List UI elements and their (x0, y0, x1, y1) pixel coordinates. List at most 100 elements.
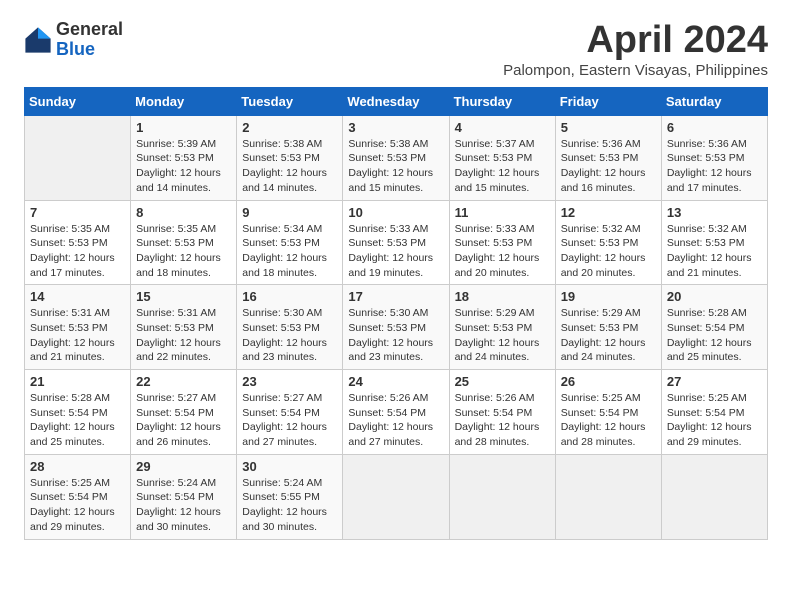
calendar-cell (25, 115, 131, 200)
day-number: 9 (242, 205, 337, 220)
day-number: 28 (30, 459, 125, 474)
calendar-cell: 10Sunrise: 5:33 AM Sunset: 5:53 PM Dayli… (343, 200, 449, 285)
page-header: General Blue April 2024 Palompon, Easter… (24, 20, 768, 79)
calendar-cell: 4 Sunrise: 5:37 AM Sunset: 5:53 PM Daylig… (449, 115, 555, 200)
day-info: Sunrise: 5:39 AM Sunset: 5:53 PM Dayligh… (136, 137, 231, 196)
day-info: Sunrise: 5:26 AM Sunset: 5:54 PM Dayligh… (455, 391, 550, 450)
calendar-cell (555, 454, 661, 539)
calendar-cell: 18 Sunrise: 5:29 AM Sunset: 5:53 PM Dayli… (449, 285, 555, 370)
day-number: 2 (242, 120, 337, 135)
calendar-cell: 13 Sunrise: 5:32 AM Sunset: 5:53 PM Dayli… (661, 200, 767, 285)
day-info: Sunrise: 5:35 AM Sunset: 5:53 PM Dayligh… (136, 222, 231, 281)
day-number: 10 (348, 205, 443, 220)
day-number: 19 (561, 289, 656, 304)
day-info: Sunrise: 5:27 AM Sunset: 5:54 PM Dayligh… (136, 391, 231, 450)
day-info: Sunrise: 5:31 AM Sunset: 5:53 PM Dayligh… (136, 306, 231, 365)
day-number: 30 (242, 459, 337, 474)
day-info: Sunrise: 5:29 AM Sunset: 5:53 PM Dayligh… (561, 306, 656, 365)
calendar-cell: 9 Sunrise: 5:34 AM Sunset: 5:53 PM Daylig… (237, 200, 343, 285)
calendar-cell: 15 Sunrise: 5:31 AM Sunset: 5:53 PM Dayli… (131, 285, 237, 370)
day-number: 1 (136, 120, 231, 135)
logo-text: General Blue (56, 20, 123, 60)
day-number: 16 (242, 289, 337, 304)
day-info: Sunrise: 5:36 AM Sunset: 5:53 PM Dayligh… (561, 137, 656, 196)
calendar-cell: 16Sunrise: 5:30 AM Sunset: 5:53 PM Dayli… (237, 285, 343, 370)
day-number: 14 (30, 289, 125, 304)
day-number: 3 (348, 120, 443, 135)
day-header-sunday: Sunday (25, 87, 131, 115)
calendar-cell: 30 Sunrise: 5:24 AM Sunset: 5:55 PM Dayli… (237, 454, 343, 539)
title-block: April 2024 Palompon, Eastern Visayas, Ph… (503, 20, 768, 79)
week-row-1: 1 Sunrise: 5:39 AM Sunset: 5:53 PM Daylig… (25, 115, 768, 200)
calendar-cell: 28 Sunrise: 5:25 AM Sunset: 5:54 PM Dayli… (25, 454, 131, 539)
logo-icon (24, 26, 52, 54)
day-number: 29 (136, 459, 231, 474)
day-number: 26 (561, 374, 656, 389)
calendar-cell: 27Sunrise: 5:25 AM Sunset: 5:54 PM Dayli… (661, 370, 767, 455)
week-row-3: 14 Sunrise: 5:31 AM Sunset: 5:53 PM Dayli… (25, 285, 768, 370)
day-number: 18 (455, 289, 550, 304)
calendar-cell: 1 Sunrise: 5:39 AM Sunset: 5:53 PM Daylig… (131, 115, 237, 200)
day-info: Sunrise: 5:29 AM Sunset: 5:53 PM Dayligh… (455, 306, 550, 365)
day-number: 25 (455, 374, 550, 389)
calendar-cell: 5 Sunrise: 5:36 AM Sunset: 5:53 PM Daylig… (555, 115, 661, 200)
day-header-thursday: Thursday (449, 87, 555, 115)
logo: General Blue (24, 20, 123, 60)
day-number: 7 (30, 205, 125, 220)
day-info: Sunrise: 5:35 AM Sunset: 5:53 PM Dayligh… (30, 222, 125, 281)
month-title: April 2024 (503, 20, 768, 62)
day-number: 5 (561, 120, 656, 135)
calendar-cell (449, 454, 555, 539)
day-number: 22 (136, 374, 231, 389)
calendar-cell: 23Sunrise: 5:27 AM Sunset: 5:54 PM Dayli… (237, 370, 343, 455)
day-info: Sunrise: 5:34 AM Sunset: 5:53 PM Dayligh… (242, 222, 337, 281)
calendar-cell (661, 454, 767, 539)
day-info: Sunrise: 5:24 AM Sunset: 5:54 PM Dayligh… (136, 476, 231, 535)
day-header-saturday: Saturday (661, 87, 767, 115)
calendar-cell: 3 Sunrise: 5:38 AM Sunset: 5:53 PM Daylig… (343, 115, 449, 200)
calendar-cell: 8Sunrise: 5:35 AM Sunset: 5:53 PM Daylig… (131, 200, 237, 285)
day-header-tuesday: Tuesday (237, 87, 343, 115)
calendar-cell: 2Sunrise: 5:38 AM Sunset: 5:53 PM Daylig… (237, 115, 343, 200)
week-row-2: 7 Sunrise: 5:35 AM Sunset: 5:53 PM Daylig… (25, 200, 768, 285)
header-row: SundayMondayTuesdayWednesdayThursdayFrid… (25, 87, 768, 115)
day-info: Sunrise: 5:33 AM Sunset: 5:53 PM Dayligh… (455, 222, 550, 281)
day-info: Sunrise: 5:32 AM Sunset: 5:53 PM Dayligh… (667, 222, 762, 281)
day-info: Sunrise: 5:28 AM Sunset: 5:54 PM Dayligh… (667, 306, 762, 365)
day-info: Sunrise: 5:32 AM Sunset: 5:53 PM Dayligh… (561, 222, 656, 281)
calendar-cell: 21Sunrise: 5:28 AM Sunset: 5:54 PM Dayli… (25, 370, 131, 455)
day-number: 13 (667, 205, 762, 220)
calendar-cell: 24 Sunrise: 5:26 AM Sunset: 5:54 PM Dayli… (343, 370, 449, 455)
logo-general: General (56, 20, 123, 40)
calendar-cell: 19 Sunrise: 5:29 AM Sunset: 5:53 PM Dayli… (555, 285, 661, 370)
day-number: 24 (348, 374, 443, 389)
day-info: Sunrise: 5:26 AM Sunset: 5:54 PM Dayligh… (348, 391, 443, 450)
day-info: Sunrise: 5:27 AM Sunset: 5:54 PM Dayligh… (242, 391, 337, 450)
day-info: Sunrise: 5:37 AM Sunset: 5:53 PM Dayligh… (455, 137, 550, 196)
calendar-cell: 14Sunrise: 5:31 AM Sunset: 5:53 PM Dayli… (25, 285, 131, 370)
week-row-5: 28 Sunrise: 5:25 AM Sunset: 5:54 PM Dayli… (25, 454, 768, 539)
day-info: Sunrise: 5:24 AM Sunset: 5:55 PM Dayligh… (242, 476, 337, 535)
calendar-table: SundayMondayTuesdayWednesdayThursdayFrid… (24, 87, 768, 540)
calendar-cell: 29 Sunrise: 5:24 AM Sunset: 5:54 PM Dayli… (131, 454, 237, 539)
day-info: Sunrise: 5:25 AM Sunset: 5:54 PM Dayligh… (561, 391, 656, 450)
calendar-cell: 20 Sunrise: 5:28 AM Sunset: 5:54 PM Dayli… (661, 285, 767, 370)
day-number: 20 (667, 289, 762, 304)
day-number: 17 (348, 289, 443, 304)
day-number: 27 (667, 374, 762, 389)
calendar-cell: 11 Sunrise: 5:33 AM Sunset: 5:53 PM Dayli… (449, 200, 555, 285)
day-number: 4 (455, 120, 550, 135)
day-number: 6 (667, 120, 762, 135)
calendar-cell: 12Sunrise: 5:32 AM Sunset: 5:53 PM Dayli… (555, 200, 661, 285)
calendar-cell: 17Sunrise: 5:30 AM Sunset: 5:53 PM Dayli… (343, 285, 449, 370)
logo-blue: Blue (56, 40, 123, 60)
day-header-friday: Friday (555, 87, 661, 115)
day-number: 15 (136, 289, 231, 304)
calendar-cell: 25 Sunrise: 5:26 AM Sunset: 5:54 PM Dayli… (449, 370, 555, 455)
calendar-cell: 6Sunrise: 5:36 AM Sunset: 5:53 PM Daylig… (661, 115, 767, 200)
calendar-cell: 7 Sunrise: 5:35 AM Sunset: 5:53 PM Daylig… (25, 200, 131, 285)
day-header-monday: Monday (131, 87, 237, 115)
day-number: 11 (455, 205, 550, 220)
day-info: Sunrise: 5:25 AM Sunset: 5:54 PM Dayligh… (30, 476, 125, 535)
day-info: Sunrise: 5:38 AM Sunset: 5:53 PM Dayligh… (348, 137, 443, 196)
